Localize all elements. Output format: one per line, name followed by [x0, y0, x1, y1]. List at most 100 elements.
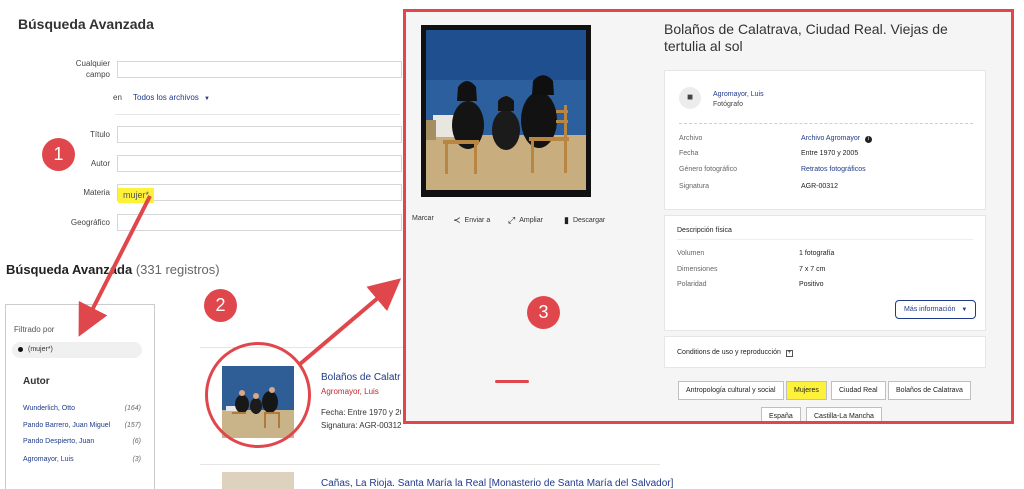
- chevron-down-icon: ▼: [961, 307, 968, 313]
- field-value: 7 x 7 cm: [799, 266, 826, 273]
- archive-select-value: Todos los archivos: [133, 93, 199, 102]
- field-value: Positivo: [799, 281, 824, 288]
- field-value: Entre 1970 y 2005: [801, 150, 859, 157]
- author-facet-name: Pando Despierto, Juan: [23, 438, 95, 445]
- carousel-indicator[interactable]: [495, 380, 529, 383]
- subject-label: Materia: [83, 188, 110, 197]
- subject-tag[interactable]: Antropología cultural y social: [678, 381, 784, 400]
- any-field-label-line1: Cualquier: [75, 59, 110, 68]
- zoom-action[interactable]: ⤢ Ampliar: [508, 215, 543, 226]
- step-badge-2: 2: [204, 289, 237, 322]
- field-value: 1 fotografía: [799, 250, 835, 257]
- author-facet-count: (6): [132, 438, 141, 445]
- mark-action[interactable]: Marcar: [412, 215, 434, 222]
- subject-tag-highlighted[interactable]: Mujeres: [786, 381, 827, 400]
- results-count: (331 registros): [135, 262, 220, 277]
- title-input[interactable]: [117, 126, 402, 143]
- filter-sidebar: Filtrado por (mujer*) Autor Wunderlich, …: [5, 304, 155, 489]
- field-key: Dimensiones: [677, 266, 718, 273]
- send-action-label: Enviar a: [464, 217, 491, 224]
- more-info-button[interactable]: Más información ▼: [895, 300, 977, 319]
- subject-tag[interactable]: Bolaños de Calatrava: [888, 381, 971, 400]
- author-facet-name: Wunderlich, Otto: [23, 405, 76, 412]
- genre-link[interactable]: Retratos fotográficos: [801, 166, 866, 173]
- download-action-label: Descargar: [572, 217, 606, 224]
- send-action[interactable]: ≺ Enviar a: [453, 215, 490, 226]
- card-divider: [679, 123, 973, 124]
- author-facet-item[interactable]: Pando Barrero, Juan Miguel (157): [23, 422, 141, 429]
- field-key: Género fotográfico: [679, 166, 737, 173]
- archive-link-text: Archivo Agromayor: [801, 135, 861, 142]
- mark-action-label: Marcar: [412, 215, 434, 222]
- more-info-label: Más información: [904, 306, 956, 313]
- record-metadata-card: ■ Agromayor, Luis Fotógrafo Archivo Arch…: [664, 70, 986, 210]
- result-title[interactable]: Cañas, La Rioja. Santa María la Real [Mo…: [321, 478, 673, 489]
- caret-down-icon: ▼: [204, 96, 210, 102]
- info-icon[interactable]: i: [865, 136, 873, 143]
- field-key: Archivo: [679, 135, 703, 142]
- bullet-icon: [18, 346, 23, 352]
- result-signature: Signatura: AGR-00312: [321, 421, 401, 430]
- field-value: AGR-00312: [801, 183, 838, 190]
- result-author[interactable]: Agromayor, Luis: [321, 387, 379, 396]
- subject-tag[interactable]: Castilla-La Mancha: [806, 407, 882, 421]
- page-title: Búsqueda Avanzada: [18, 16, 154, 32]
- author-facet-count: (164): [124, 405, 141, 412]
- active-filter-chip-label: (mujer*): [28, 346, 53, 353]
- result-title[interactable]: Bolaños de Calatrava, Ciudad Real. Vieja…: [321, 372, 401, 383]
- results-heading-text: Búsqueda Avanzada: [6, 262, 133, 277]
- subject-tag[interactable]: Ciudad Real: [831, 381, 886, 400]
- field-key: Polaridad: [677, 281, 707, 288]
- any-field-input[interactable]: [117, 61, 402, 78]
- filtered-by-label: Filtrado por: [14, 325, 55, 334]
- author-facet-name: Agromayor, Luis: [23, 456, 74, 463]
- conditions-text: Conditions de uso y reproducción: [677, 349, 781, 356]
- download-action[interactable]: ▮ Descargar: [564, 215, 605, 226]
- archive-link[interactable]: Archivo Agromayor i: [801, 135, 873, 143]
- subject-tag[interactable]: España: [761, 407, 801, 421]
- author-facet-count: (3): [132, 456, 141, 463]
- record-photo[interactable]: [421, 25, 591, 197]
- result-thumbnail[interactable]: [222, 472, 294, 489]
- document-icon: ▮: [564, 215, 569, 225]
- author-input[interactable]: [117, 155, 402, 172]
- result-divider: [200, 464, 660, 465]
- geo-input[interactable]: [117, 214, 402, 231]
- author-facet-item[interactable]: Pando Despierto, Juan (6): [23, 438, 141, 445]
- results-heading: Búsqueda Avanzada (331 registros): [6, 262, 220, 277]
- arrow-thumbnail-to-detail: [298, 278, 402, 366]
- zoom-action-label: Ampliar: [519, 217, 543, 224]
- conditions-label: Conditions de uso y reproducción +: [677, 349, 793, 357]
- author-name[interactable]: Agromayor, Luis: [713, 91, 764, 98]
- expand-icon: ⤢: [508, 215, 516, 225]
- in-label: en: [113, 93, 122, 102]
- author-role: Fotógrafo: [713, 101, 743, 108]
- archive-select[interactable]: Todos los archivos ▼: [133, 93, 210, 102]
- form-divider: [115, 114, 400, 115]
- active-filter-chip[interactable]: (mujer*): [12, 342, 142, 358]
- step-badge-1: 1: [42, 138, 75, 171]
- author-facet-item[interactable]: Agromayor, Luis (3): [23, 456, 141, 463]
- result-date: Fecha: Entre 1970 y 2005: [321, 408, 401, 417]
- any-field-label-line2: campo: [85, 70, 110, 79]
- field-key: Volumen: [677, 250, 705, 257]
- physical-description-card: Descripción física Volumen 1 fotografía …: [664, 215, 986, 331]
- author-facet-count: (157): [124, 422, 141, 429]
- highlight-ring: [205, 342, 311, 448]
- field-key: Fecha: [679, 150, 699, 157]
- camera-icon: ■: [679, 87, 701, 109]
- plus-box-icon[interactable]: +: [785, 350, 793, 357]
- physical-description-title: Descripción física: [677, 227, 732, 234]
- subject-input[interactable]: mujer*: [117, 184, 402, 203]
- author-facet-item[interactable]: Wunderlich, Otto (164): [23, 405, 141, 412]
- record-photo-image: [426, 30, 586, 190]
- conditions-card[interactable]: Conditions de uso y reproducción +: [664, 336, 986, 368]
- record-detail-panel: Marcar ≺ Enviar a ⤢ Ampliar ▮ Descargar Bol…: [403, 9, 1014, 424]
- author-facet-heading: Autor: [23, 376, 50, 387]
- card-divider: [677, 239, 973, 240]
- field-key: Signatura: [679, 183, 709, 190]
- step-badge-3: 3: [527, 296, 560, 329]
- record-title: Bolaños de Calatrava, Ciudad Real. Vieja…: [664, 21, 948, 54]
- author-facet-name: Pando Barrero, Juan Miguel: [23, 422, 111, 429]
- share-icon: ≺: [453, 215, 461, 225]
